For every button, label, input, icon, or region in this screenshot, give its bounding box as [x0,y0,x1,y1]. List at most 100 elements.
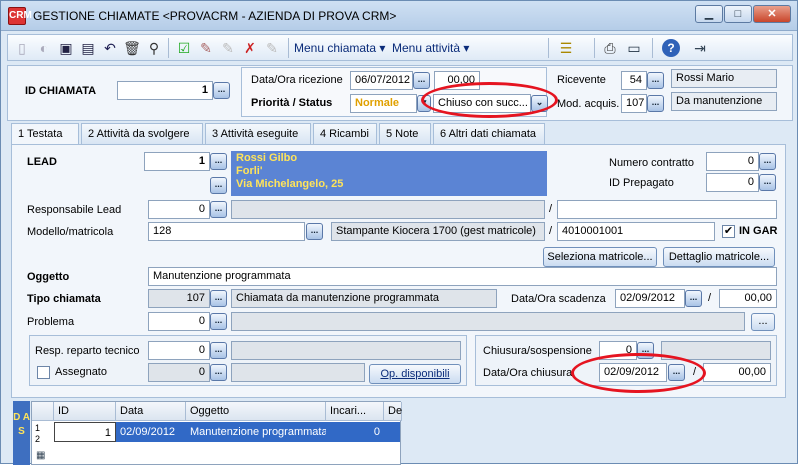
chiusura-ora-field[interactable]: 00,00 [703,363,771,382]
numero-contratto-lookup-button[interactable]: ... [759,153,776,170]
edit-icon[interactable]: ✎ [196,38,216,58]
column-header-oggetto[interactable]: Oggetto [186,402,326,421]
column-header-incaricati[interactable]: Incari... [326,402,384,421]
id-chiamata-field[interactable]: 1 [117,81,213,100]
print-icon[interactable]: ⎙ [600,38,620,58]
mod-acquis-code-field[interactable]: 107 [621,94,647,113]
grid-options-icon[interactable]: ▦ [36,450,45,461]
id-chiamata-lookup-button[interactable]: ... [213,82,230,99]
edit-disabled-icon[interactable]: ✎ [218,38,238,58]
ricevente-code-field[interactable]: 54 [621,71,647,90]
menu-attivita[interactable]: Menu attività ▾ [392,41,469,55]
calendar-scadenza-button[interactable]: ... [685,290,702,307]
assegnato-field[interactable]: 0 [148,363,210,382]
lead-lookup-button[interactable]: ... [210,153,227,170]
problema-more-button[interactable]: ... [751,313,775,331]
open-icon[interactable]: ◐ [34,38,54,58]
assegnato-lookup-button[interactable]: ... [210,364,227,381]
responsabile-lookup-button[interactable]: ... [210,201,227,218]
save-as-icon[interactable]: ▤ [78,38,98,58]
resp-tecnico-label: Resp. reparto tecnico [35,345,140,357]
mod-acquis-lookup-button[interactable]: ... [647,95,664,112]
resp-tecnico-field[interactable]: 0 [148,341,210,360]
data-ricezione-field[interactable]: 06/07/2012 [350,71,413,90]
exit-icon[interactable]: ⇥ [690,38,710,58]
responsabile-lead-field[interactable]: 0 [148,200,210,219]
edit-disabled-2-icon[interactable]: ✎ [262,38,282,58]
modello-field[interactable]: 128 [148,222,305,241]
minimize-button[interactable]: ▁ [695,5,723,23]
resp-tecnico-lookup-button[interactable]: ... [210,342,227,359]
op-disponibili-button[interactable]: Op. disponibili [369,364,461,384]
priorita-select[interactable]: Normale [350,94,417,113]
scadenza-ora-field[interactable]: 00,00 [719,289,777,308]
table-cell-de[interactable] [384,422,400,442]
data-ora-chiusura-label: Data/Ora chiusura [483,367,573,379]
column-header-data[interactable]: Data [116,402,186,421]
new-icon[interactable]: ▯ [12,38,32,58]
tab-attivita-eseguite[interactable]: 3 Attività eseguite [205,123,311,144]
tab-ricambi[interactable]: 4 Ricambi [313,123,377,144]
tab-attivita-da-svolgere[interactable]: 2 Attività da svolgere [81,123,203,144]
modello-lookup-button[interactable]: ... [306,223,323,240]
list-icon[interactable]: ☰ [556,38,576,58]
row-number: 2 [35,434,41,444]
id-prepagato-lookup-button[interactable]: ... [759,174,776,191]
id-prepagato-field[interactable]: 0 [706,173,759,192]
table-cell-data[interactable]: 02/09/2012 [116,422,186,442]
help-icon[interactable]: ? [662,39,680,57]
column-header-de[interactable]: De [384,402,402,421]
slash-separator: / [708,292,712,304]
window-title: GESTIONE CHIAMATE <PROVACRM - AZIENDA DI… [33,9,397,23]
in-gar-label: IN GAR [739,225,778,237]
check-icon[interactable]: ☑ [174,38,194,58]
matricola-field[interactable]: 4010001001 [557,222,715,241]
delete-icon[interactable]: 🗑 [122,38,142,58]
priorita-status-label: Priorità / Status [251,97,333,109]
tipo-chiamata-label: Tipo chiamata [27,293,101,305]
save-icon[interactable]: ▣ [56,38,76,58]
assegnato-name [231,363,365,382]
cancel-edit-icon[interactable]: ✗ [240,38,260,58]
problema-lookup-button[interactable]: ... [210,313,227,330]
menu-chiamata[interactable]: Menu chiamata ▾ [294,41,385,55]
lead-address-box: Rossi Gilbo Forli' Via Michelangelo, 25 [231,151,547,196]
row-number: 1 [35,423,41,433]
maximize-button[interactable]: □ [724,5,752,23]
seleziona-matricole-button[interactable]: Seleziona matricole... [543,247,657,267]
tab-altri-dati[interactable]: 6 Altri dati chiamata [433,123,545,144]
assegnato-checkbox[interactable] [37,366,50,379]
monitor-icon[interactable]: ▭ [624,38,644,58]
in-gar-checkbox[interactable]: ✔ [722,225,735,238]
lead-detail-button[interactable]: ... [210,177,227,194]
column-header-id[interactable]: ID [54,402,116,421]
lead-field[interactable]: 1 [144,152,210,171]
tipo-chiamata-code[interactable]: 107 [148,289,210,308]
table-cell-incaricati[interactable]: 0 [326,422,384,442]
numero-contratto-field[interactable]: 0 [706,152,759,171]
grid-corner [32,402,54,421]
close-button[interactable]: ✕ [753,5,791,23]
calendar-ricezione-button[interactable]: ... [413,72,430,89]
undo-icon[interactable]: ↶ [100,38,120,58]
tab-note[interactable]: 5 Note [379,123,431,144]
oggetto-field[interactable]: Manutenzione programmata [148,267,777,286]
table-cell-id[interactable]: 1 [54,422,116,442]
search-icon[interactable]: ⚲ [144,38,164,58]
resp-tecnico-name [231,341,461,360]
slash-separator: / [549,225,553,237]
ricevente-label: Ricevente [557,74,606,86]
assegnato-label: Assegnato [55,366,107,378]
tipo-chiamata-lookup-button[interactable]: ... [210,290,227,307]
responsabile-lead-extra[interactable] [557,200,777,219]
table-cell-oggetto[interactable]: Manutenzione programmata [186,422,326,442]
data-ora-ricezione-label: Data/Ora ricezione [251,74,343,86]
ricevente-lookup-button[interactable]: ... [647,72,664,89]
tab-testata[interactable]: 1 Testata [11,123,79,145]
dettaglio-matricole-button[interactable]: Dettaglio matricole... [663,247,775,267]
lead-label: LEAD [27,156,57,168]
scadenza-data-field[interactable]: 02/09/2012 [615,289,685,308]
chiusura-sospensione-label: Chiusura/sospensione [483,345,592,357]
lead-city: Forli' [236,165,263,177]
problema-field[interactable]: 0 [148,312,210,331]
